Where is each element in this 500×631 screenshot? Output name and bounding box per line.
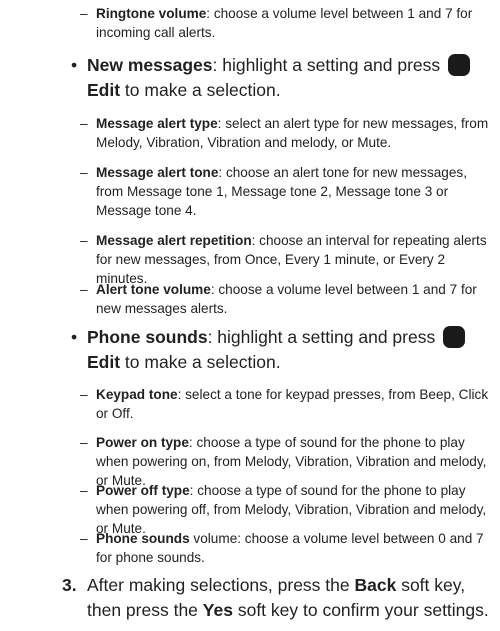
- item-term: Phone sounds: [96, 531, 190, 546]
- dash-marker: –: [80, 483, 88, 498]
- edit-label: Edit: [87, 80, 121, 100]
- step-number: 3.: [62, 575, 77, 595]
- bullet-term: Phone sounds: [87, 327, 208, 347]
- step-text: soft key to confirm your settings.: [232, 600, 489, 620]
- dash-marker: –: [80, 531, 88, 546]
- dash-marker: –: [80, 116, 88, 131]
- item-term: Message alert type: [96, 116, 218, 131]
- ringtone-volume-item: – Ringtone volume: choose a volume level…: [80, 4, 496, 42]
- dash-marker: –: [80, 6, 88, 21]
- bullet-text-end: to make a selection.: [120, 352, 281, 372]
- bullet-term: New messages: [87, 55, 213, 75]
- manual-page: – Ringtone volume: choose a volume level…: [0, 0, 500, 631]
- alert-tone-volume-item: – Alert tone volume: choose a volume lev…: [80, 280, 496, 318]
- bullet-marker: •: [71, 327, 78, 347]
- dash-marker: –: [80, 435, 88, 450]
- edit-label: Edit: [87, 352, 121, 372]
- dash-marker: –: [80, 233, 88, 248]
- edit-key-icon: [443, 326, 466, 348]
- item-term: Power off type: [96, 483, 190, 498]
- keypad-tone-item: – Keypad tone: select a tone for keypad …: [80, 385, 496, 423]
- message-alert-type-item: – Message alert type: select an alert ty…: [80, 114, 496, 152]
- bullet-text: : highlight a setting and press: [212, 55, 446, 75]
- step-text: After making selections, press the: [87, 575, 355, 595]
- item-term: Keypad tone: [96, 387, 178, 402]
- step-3-text: After making selections, press the Back …: [87, 573, 492, 623]
- item-term: Message alert tone: [96, 165, 219, 180]
- edit-key-icon: [448, 54, 471, 76]
- dash-marker: –: [80, 387, 88, 402]
- back-key-label: Back: [354, 575, 397, 595]
- dash-marker: –: [80, 165, 88, 180]
- message-alert-tone-item: – Message alert tone: choose an alert to…: [80, 163, 496, 220]
- item-term: Ringtone volume: [96, 6, 207, 21]
- dash-marker: –: [80, 282, 88, 297]
- bullet-text-end: to make a selection.: [120, 80, 281, 100]
- bullet-text: : highlight a setting and press: [207, 327, 441, 347]
- phone-sounds-bullet: • Phone sounds: highlight a setting and …: [71, 325, 487, 375]
- new-messages-bullet: • New messages: highlight a setting and …: [71, 53, 487, 103]
- bullet-marker: •: [71, 55, 78, 75]
- item-term: Power on type: [96, 435, 189, 450]
- item-term: Message alert repetition: [96, 233, 252, 248]
- item-term: Alert tone volume: [96, 282, 211, 297]
- phone-sounds-volume-item: – Phone sounds volume: choose a volume l…: [80, 529, 496, 567]
- yes-key-label: Yes: [202, 600, 233, 620]
